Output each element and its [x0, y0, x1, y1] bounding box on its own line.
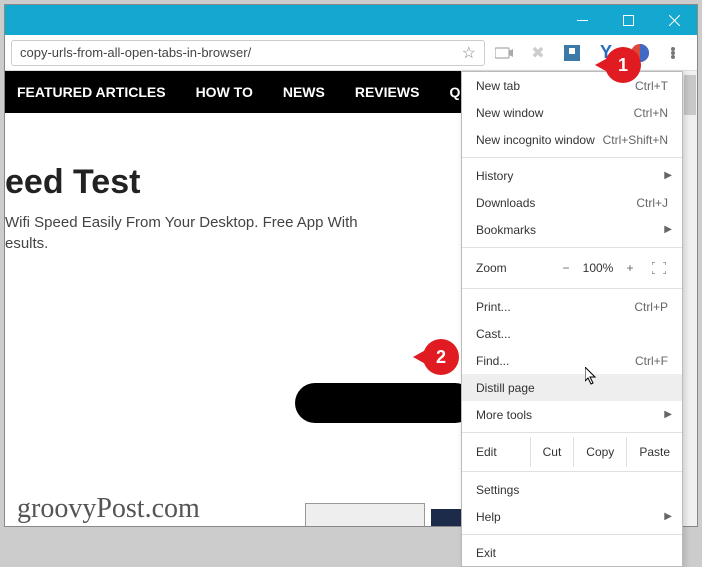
menu-help[interactable]: Help▶: [462, 503, 682, 530]
annotation-callout-2: 2: [423, 339, 459, 375]
address-bar[interactable]: copy-urls-from-all-open-tabs-in-browser/…: [11, 40, 485, 66]
menu-edit-row: Edit Cut Copy Paste: [462, 437, 682, 467]
cursor-icon: [585, 367, 599, 390]
menu-history[interactable]: History▶: [462, 162, 682, 189]
nav-item[interactable]: HOW TO: [196, 84, 253, 100]
chrome-menu-dropdown: New tabCtrl+T New windowCtrl+N New incog…: [461, 71, 683, 567]
menu-separator: [462, 471, 682, 472]
window-maximize-button[interactable]: [605, 5, 651, 35]
bookmark-star-icon[interactable]: ☆: [462, 43, 476, 63]
annotation-callout-1: 1: [605, 47, 641, 83]
nav-item[interactable]: FEATURED ARTICLES: [17, 84, 166, 100]
extension-icon-1[interactable]: [495, 44, 513, 62]
edit-paste-button[interactable]: Paste: [626, 437, 682, 467]
menu-zoom-row: Zoom − 100% +: [462, 252, 682, 284]
menu-print[interactable]: Print...Ctrl+P: [462, 293, 682, 320]
url-text: copy-urls-from-all-open-tabs-in-browser/: [20, 45, 251, 60]
zoom-out-button[interactable]: −: [554, 261, 578, 275]
menu-separator: [462, 247, 682, 248]
extension-icon-3[interactable]: [563, 44, 581, 62]
ad-button[interactable]: [295, 383, 475, 423]
chrome-menu-button[interactable]: [665, 45, 681, 61]
window-close-button[interactable]: [651, 5, 697, 35]
window-minimize-button[interactable]: [559, 5, 605, 35]
menu-new-tab[interactable]: New tabCtrl+T: [462, 72, 682, 99]
menu-separator: [462, 157, 682, 158]
menu-downloads[interactable]: DownloadsCtrl+J: [462, 189, 682, 216]
scrollbar-thumb[interactable]: [684, 75, 696, 115]
menu-separator: [462, 534, 682, 535]
menu-separator: [462, 288, 682, 289]
fullscreen-icon[interactable]: [650, 261, 668, 275]
menu-cast[interactable]: Cast...: [462, 320, 682, 347]
menu-settings[interactable]: Settings: [462, 476, 682, 503]
menu-find[interactable]: Find...Ctrl+F: [462, 347, 682, 374]
window-titlebar: [5, 5, 697, 35]
extension-icon-2[interactable]: ✖: [529, 44, 547, 62]
zoom-in-button[interactable]: +: [618, 261, 642, 275]
menu-new-incognito[interactable]: New incognito windowCtrl+Shift+N: [462, 126, 682, 153]
edit-cut-button[interactable]: Cut: [530, 437, 574, 467]
article-thumbnail[interactable]: [305, 503, 425, 526]
menu-exit[interactable]: Exit: [462, 539, 682, 566]
edit-copy-button[interactable]: Copy: [573, 437, 626, 467]
nav-item[interactable]: NEWS: [283, 84, 325, 100]
menu-separator: [462, 432, 682, 433]
site-logo-text: groovyPost.com: [17, 493, 200, 525]
vertical-scrollbar[interactable]: [683, 71, 697, 526]
submenu-arrow-icon: ▶: [664, 409, 672, 420]
page-body-text: Wifi Speed Easily From Your Desktop. Fre…: [5, 212, 365, 254]
nav-item[interactable]: REVIEWS: [355, 84, 420, 100]
menu-distill-page[interactable]: Distill page: [462, 374, 682, 401]
submenu-arrow-icon: ▶: [664, 511, 672, 522]
submenu-arrow-icon: ▶: [664, 224, 672, 235]
menu-new-window[interactable]: New windowCtrl+N: [462, 99, 682, 126]
zoom-value: 100%: [578, 261, 618, 275]
menu-more-tools[interactable]: More tools▶: [462, 401, 682, 428]
submenu-arrow-icon: ▶: [664, 170, 672, 181]
menu-bookmarks[interactable]: Bookmarks▶: [462, 216, 682, 243]
